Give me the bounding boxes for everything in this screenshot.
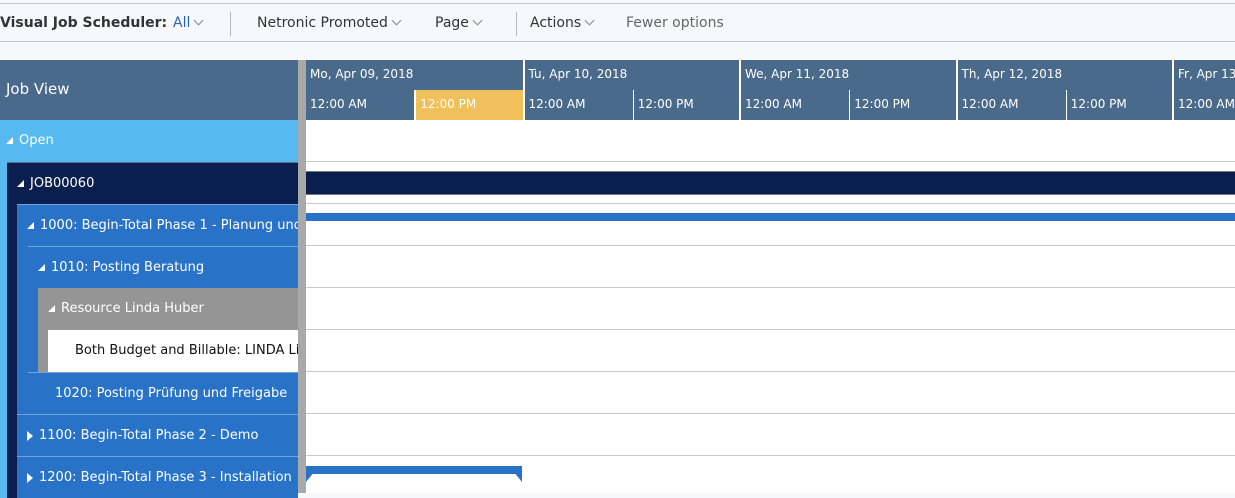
time-slot[interactable]: 12:00 AM (525, 90, 633, 120)
row-gridline (306, 287, 1235, 288)
day-label: Fr, Apr 13, 2018 (1178, 67, 1235, 81)
tree-row-label: Open (19, 133, 54, 148)
time-slot[interactable]: 12:00 AM (1174, 90, 1235, 120)
row-gridline (306, 161, 1235, 162)
time-slot[interactable]: 12:00 PM (632, 90, 741, 120)
divider (230, 12, 231, 36)
day-label: We, Apr 11, 2018 (745, 67, 850, 81)
netronic-promoted-menu[interactable]: Netronic Promoted (257, 15, 402, 31)
tree-row[interactable]: 1100: Begin-Total Phase 2 - Demo (0, 414, 298, 456)
day-label: Th, Apr 12, 2018 (961, 67, 1063, 81)
day-column: We, Apr 11, 2018 12:00 AM 12:00 PM (739, 60, 956, 120)
tree-row[interactable]: Open (0, 120, 298, 162)
row-gridline (306, 245, 1235, 246)
time-slot[interactable]: 12:00 AM (958, 90, 1066, 120)
time-slot[interactable]: 12:00 AM (306, 90, 414, 120)
collapse-triangle-icon[interactable] (6, 137, 13, 144)
tree-row[interactable]: 1010: Posting Beratung (0, 246, 298, 288)
tree-row-label: 1200: Begin-Total Phase 3 - Installation (39, 470, 292, 485)
tree-row-label: JOB00060 (30, 176, 95, 191)
time-slot[interactable]: 12:00 PM (414, 90, 523, 120)
collapse-triangle-icon[interactable] (27, 222, 34, 229)
chevron-down-icon (472, 15, 483, 26)
phase-1-bar[interactable] (306, 213, 1235, 221)
day-column: Tu, Apr 10, 2018 12:00 AM 12:00 PM (522, 60, 741, 120)
tree-row-label: 1000: Begin-Total Phase 1 - Planung und (40, 218, 298, 233)
tree-row-label: 1010: Posting Beratung (51, 260, 205, 275)
tree-row-label: Both Budget and Billable: LINDA Lind (75, 343, 298, 358)
time-slot[interactable]: 12:00 PM (1065, 90, 1174, 120)
filter-all-dropdown[interactable]: All (173, 15, 204, 31)
day-label: Tu, Apr 10, 2018 (528, 67, 628, 81)
tree-row-label: 1100: Begin-Total Phase 2 - Demo (39, 428, 259, 443)
chevron-down-icon (584, 15, 595, 26)
day-column: Mo, Apr 09, 2018 12:00 AM 12:00 PM (306, 60, 523, 120)
expand-triangle-icon[interactable] (27, 430, 33, 441)
day-label: Mo, Apr 09, 2018 (310, 67, 414, 81)
row-gridline (306, 371, 1235, 372)
phase-3-summary-bar[interactable] (306, 466, 522, 482)
collapse-triangle-icon[interactable] (48, 305, 55, 312)
row-gridline (306, 203, 1235, 204)
tree-row[interactable]: Both Budget and Billable: LINDA Lind (0, 330, 298, 372)
job-bar[interactable] (306, 171, 1235, 195)
fewer-options-button[interactable]: Fewer options (626, 15, 724, 31)
scheduler-title: Visual Job Scheduler: (0, 15, 168, 31)
day-column: Fr, Apr 13, 201812:00 AM12:00 PM (1172, 60, 1235, 120)
job-view-header: Job View (0, 60, 298, 120)
chevron-down-icon (391, 15, 402, 26)
tree-row[interactable]: Resource Linda Huber (0, 288, 298, 330)
row-gridline (306, 455, 1235, 456)
tree-row-label: Resource Linda Huber (61, 301, 204, 316)
toolbar: Visual Job Scheduler: All Netronic Promo… (0, 3, 1235, 42)
collapse-triangle-icon[interactable] (17, 180, 24, 187)
row-gridline (306, 413, 1235, 414)
timeline-header: Mo, Apr 09, 2018 12:00 AM 12:00 PM Tu, Apr … (306, 60, 1235, 120)
time-slot[interactable]: 12:00 PM (849, 90, 957, 120)
tree-row[interactable]: 1200: Begin-Total Phase 3 - Installation (0, 456, 298, 498)
chevron-down-icon (193, 15, 204, 26)
panel-splitter[interactable] (298, 60, 306, 493)
day-column: Th, Apr 12, 2018 12:00 AM 12:00 PM (955, 60, 1174, 120)
page-menu[interactable]: Page (435, 15, 483, 31)
row-gridline (306, 329, 1235, 330)
tree-row-label: 1020: Posting Prüfung und Freigabe (55, 386, 288, 401)
divider (516, 12, 517, 36)
time-slot[interactable]: 12:00 AM (741, 90, 849, 120)
tree-row[interactable]: 1000: Begin-Total Phase 1 - Planung und (0, 204, 298, 246)
collapse-triangle-icon[interactable] (38, 264, 45, 271)
expand-triangle-icon[interactable] (27, 472, 33, 483)
tree-row[interactable]: JOB00060 (0, 162, 298, 204)
tree-row[interactable]: 1020: Posting Prüfung und Freigabe (0, 372, 298, 414)
gantt-chart (306, 120, 1235, 493)
actions-menu[interactable]: Actions (530, 15, 595, 31)
